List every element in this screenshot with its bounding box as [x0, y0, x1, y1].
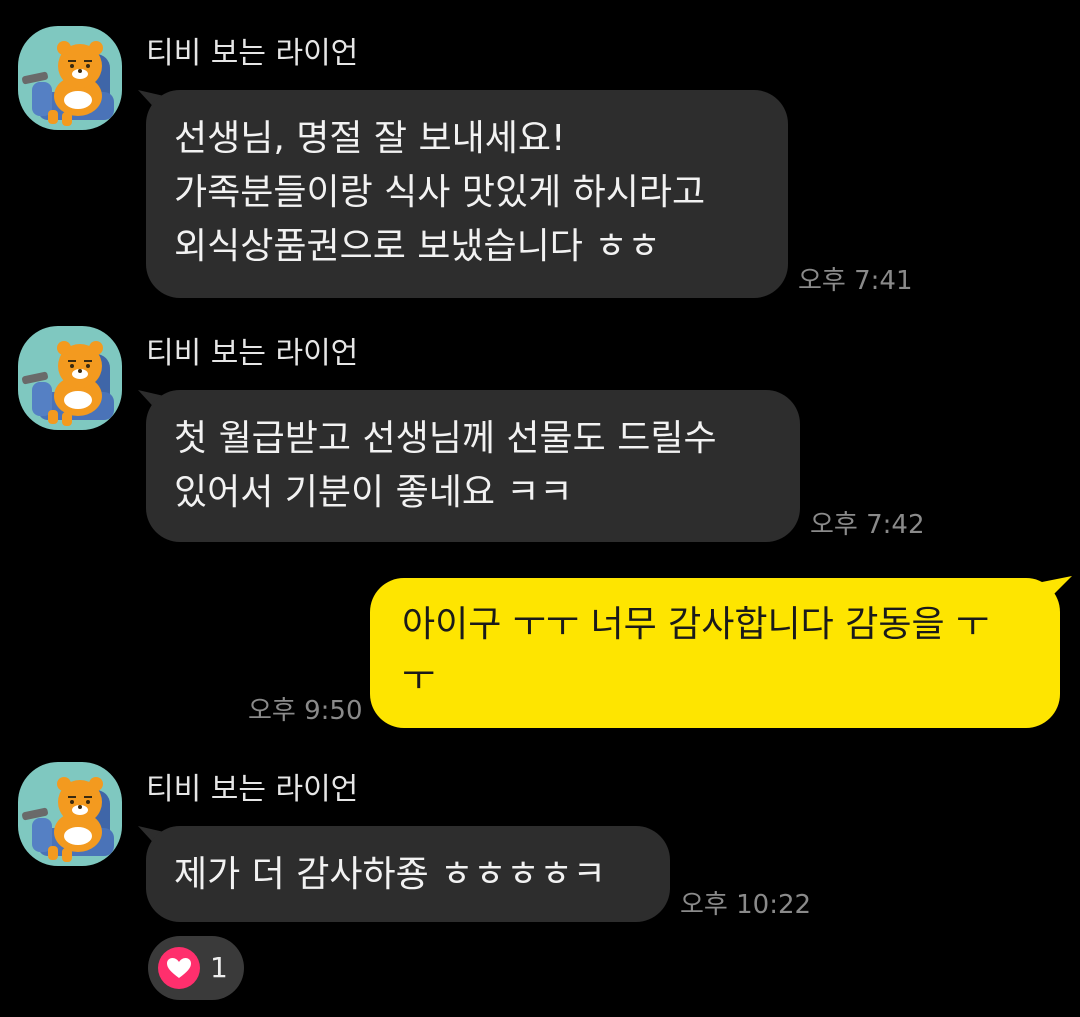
message-timestamp: 오후 10:22 — [680, 890, 812, 920]
message-bubble-outgoing[interactable]: 아이구 ㅜㅜ 너무 감사합니다 감동을 ㅜ ㅜ — [370, 578, 1060, 728]
message-timestamp: 오후 7:41 — [798, 266, 913, 296]
sender-avatar[interactable] — [18, 762, 122, 866]
ryan-on-couch-avatar-icon — [21, 777, 114, 862]
message-bubble[interactable]: 선생님, 명절 잘 보내세요! 가족분들이랑 식사 맛있게 하시라고 외식상품권… — [146, 90, 788, 298]
reaction-count: 1 — [210, 951, 228, 984]
sender-name: 티비 보는 라이언 — [146, 336, 359, 371]
sender-name: 티비 보는 라이언 — [146, 772, 359, 807]
sender-name: 티비 보는 라이언 — [146, 36, 359, 71]
message-timestamp: 오후 7:42 — [810, 510, 925, 540]
sender-avatar[interactable] — [18, 26, 122, 130]
message-bubble[interactable]: 제가 더 감사하죵 ㅎㅎㅎㅎㅋ — [146, 826, 670, 922]
message-timestamp: 오후 9:50 — [248, 696, 363, 726]
ryan-on-couch-avatar-icon — [21, 41, 114, 126]
message-bubble[interactable]: 첫 월급받고 선생님께 선물도 드릴수 있어서 기분이 좋네요 ㅋㅋ — [146, 390, 800, 542]
sender-avatar[interactable] — [18, 326, 122, 430]
bubble-tail — [1042, 576, 1072, 600]
ryan-on-couch-avatar-icon — [21, 341, 114, 426]
reaction-chip[interactable]: 1 — [148, 936, 244, 1000]
heart-icon — [158, 947, 200, 989]
